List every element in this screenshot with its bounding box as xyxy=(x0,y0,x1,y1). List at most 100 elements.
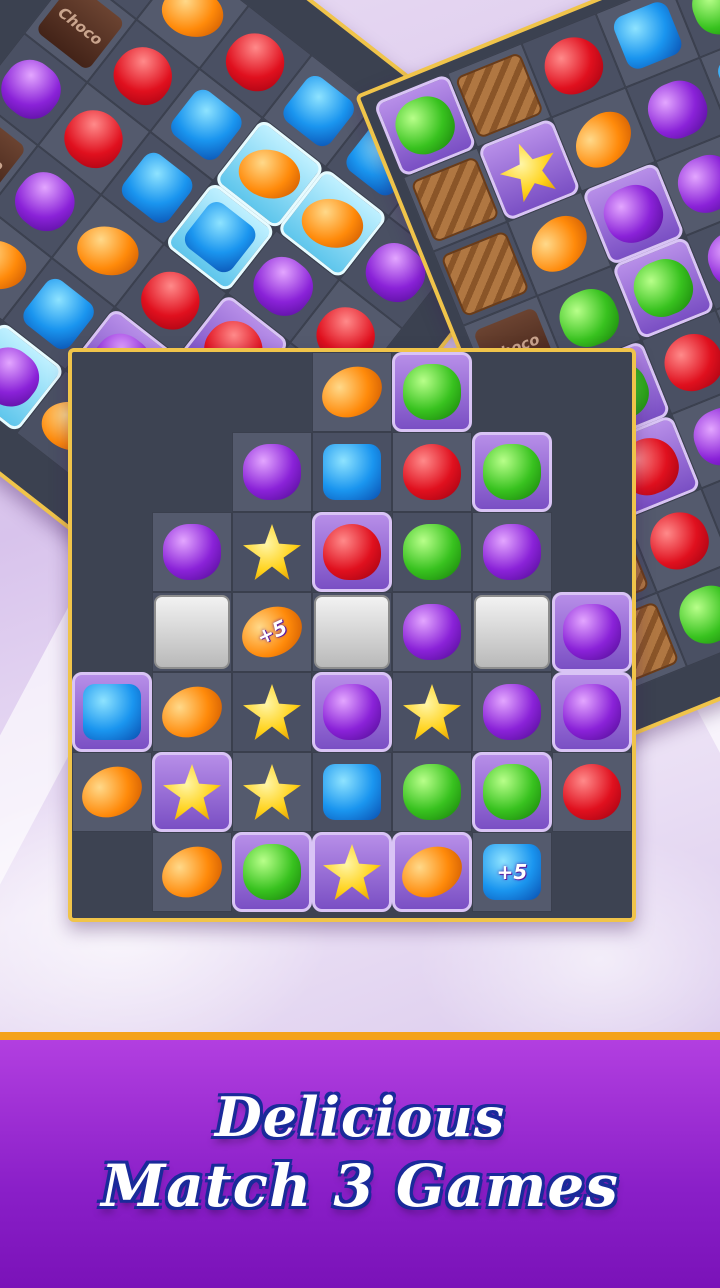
orange-bean-candy-icon xyxy=(0,234,32,296)
purple-jelly-candy-icon xyxy=(670,147,720,221)
green-jelly-candy-icon xyxy=(483,764,541,820)
orange-bean-candy-icon xyxy=(520,204,598,283)
board-cell xyxy=(72,432,152,512)
orange-bean-candy-icon xyxy=(153,837,231,907)
red-heart-candy-icon xyxy=(536,28,611,103)
board-cell[interactable] xyxy=(232,832,312,912)
board-cell[interactable] xyxy=(152,592,232,672)
board-cell[interactable] xyxy=(72,672,152,752)
red-heart-candy-icon xyxy=(323,524,381,580)
board-cell xyxy=(72,352,152,432)
board-cell[interactable] xyxy=(232,752,312,832)
board-cell[interactable] xyxy=(472,592,552,672)
board-cell[interactable] xyxy=(72,752,152,832)
board-cell[interactable] xyxy=(232,512,312,592)
board-grid-center: +5 +5 xyxy=(72,352,632,912)
red-heart-candy-icon xyxy=(641,503,717,578)
purple-jelly-candy-icon xyxy=(163,524,221,580)
stone-block-icon xyxy=(314,595,390,669)
yellow-star-candy-icon xyxy=(492,133,567,207)
blue-cube-candy-icon xyxy=(323,444,381,500)
board-cell xyxy=(552,512,632,592)
board-cell[interactable] xyxy=(392,512,472,592)
board-cell[interactable] xyxy=(552,672,632,752)
green-jelly-candy-icon xyxy=(403,764,461,820)
board-cell xyxy=(72,832,152,912)
board-cell[interactable] xyxy=(232,672,312,752)
board-cell[interactable] xyxy=(312,592,392,672)
orange-bean-candy-icon xyxy=(564,100,643,179)
board-cell xyxy=(232,352,312,432)
orange-bean-candy-icon xyxy=(73,757,151,827)
board-cell xyxy=(552,352,632,432)
red-heart-candy-icon xyxy=(563,764,621,820)
board-cell[interactable] xyxy=(312,832,392,912)
board-cell[interactable]: +5 xyxy=(232,592,312,672)
blue-cube-candy-icon xyxy=(610,0,686,73)
board-cell xyxy=(552,432,632,512)
orange-bean-candy-icon xyxy=(296,192,369,254)
board-cell[interactable]: +5 xyxy=(472,832,552,912)
green-jelly-candy-icon xyxy=(483,444,541,500)
plus-five-badge: +5 xyxy=(496,860,528,884)
blue-cube-candy-icon: +5 xyxy=(483,844,541,900)
board-cell[interactable] xyxy=(392,432,472,512)
yellow-star-candy-icon xyxy=(323,844,381,900)
plus-five-badge: +5 xyxy=(253,614,291,650)
purple-jelly-candy-icon xyxy=(323,684,381,740)
orange-bean-candy-icon: +5 xyxy=(233,597,311,667)
red-heart-candy-icon xyxy=(403,444,461,500)
orange-bean-candy-icon xyxy=(313,357,391,427)
board-cell[interactable] xyxy=(392,352,472,432)
yellow-star-candy-icon xyxy=(243,524,301,580)
board-cell xyxy=(472,352,552,432)
green-jelly-candy-icon xyxy=(671,577,720,652)
board-cell[interactable] xyxy=(232,432,312,512)
board-cell[interactable] xyxy=(312,672,392,752)
board-cell[interactable] xyxy=(312,752,392,832)
board-cell[interactable] xyxy=(392,832,472,912)
stone-block-icon xyxy=(154,595,230,669)
banner-title-line1: Delicious xyxy=(214,1085,506,1149)
board-cell[interactable] xyxy=(552,752,632,832)
orange-bean-candy-icon xyxy=(153,677,231,747)
yellow-star-candy-icon xyxy=(243,764,301,820)
green-jelly-candy-icon xyxy=(403,524,461,580)
board-cell[interactable] xyxy=(472,512,552,592)
board-cell[interactable] xyxy=(152,832,232,912)
green-jelly-candy-icon xyxy=(387,88,463,163)
board-cell[interactable] xyxy=(152,672,232,752)
purple-jelly-candy-icon xyxy=(563,604,621,660)
board-cell[interactable] xyxy=(312,432,392,512)
green-jelly-candy-icon xyxy=(403,364,461,420)
banner-title-line2: Match 3 Games xyxy=(101,1152,619,1220)
board-cell[interactable] xyxy=(312,512,392,592)
board-cell[interactable] xyxy=(392,752,472,832)
purple-jelly-candy-icon xyxy=(685,399,720,474)
orange-bean-candy-icon xyxy=(233,143,306,205)
board-cell xyxy=(552,832,632,912)
blue-cube-candy-icon xyxy=(323,764,381,820)
yellow-star-candy-icon xyxy=(403,684,461,740)
board-cell[interactable] xyxy=(152,512,232,592)
board-cell[interactable] xyxy=(312,352,392,432)
board-cell[interactable] xyxy=(152,752,232,832)
board-cell[interactable] xyxy=(472,432,552,512)
purple-jelly-candy-icon xyxy=(243,444,301,500)
game-board-center: +5 +5 xyxy=(68,348,636,922)
board-cell xyxy=(152,432,232,512)
purple-jelly-candy-icon xyxy=(483,524,541,580)
board-cell[interactable] xyxy=(472,672,552,752)
yellow-star-candy-icon xyxy=(163,764,221,820)
green-jelly-candy-icon xyxy=(551,281,627,355)
red-heart-candy-icon xyxy=(655,325,720,400)
board-cell[interactable] xyxy=(392,592,472,672)
orange-bean-candy-icon xyxy=(393,837,471,907)
board-cell[interactable] xyxy=(472,752,552,832)
purple-jelly-candy-icon xyxy=(563,684,621,740)
board-cell[interactable] xyxy=(392,672,472,752)
green-jelly-candy-icon xyxy=(243,844,301,900)
purple-jelly-candy-icon xyxy=(640,72,716,147)
board-cell xyxy=(72,512,152,592)
board-cell[interactable] xyxy=(552,592,632,672)
